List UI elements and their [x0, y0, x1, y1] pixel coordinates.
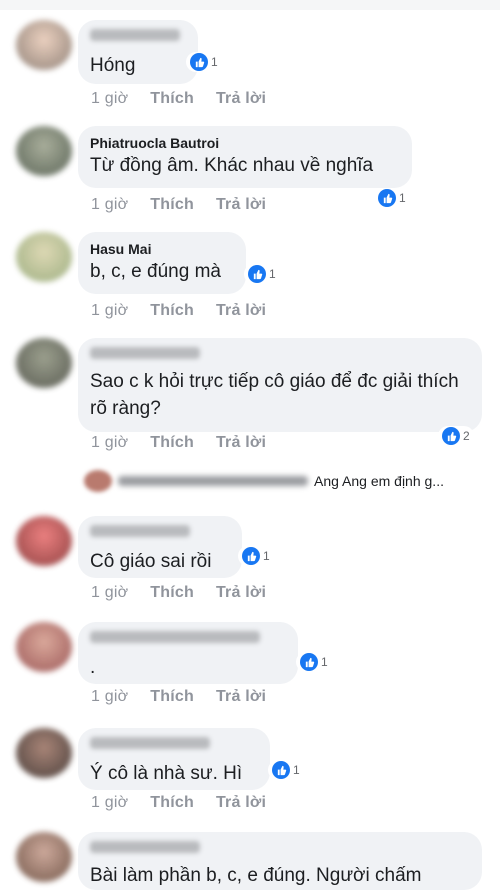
- reply-button[interactable]: Trả lời: [216, 794, 266, 812]
- thumbs-up-icon: [442, 427, 460, 445]
- reply-button[interactable]: Trả lời: [216, 302, 266, 320]
- comment-author[interactable]: [90, 737, 210, 749]
- comment-bubble: Ý cô là nhà sư. Hì: [78, 728, 270, 790]
- like-button[interactable]: Thích: [150, 688, 194, 706]
- comment-author[interactable]: [90, 841, 200, 853]
- comment-actions: 1 giờ Thích Trả lời: [91, 302, 266, 320]
- like-count-badge[interactable]: 1: [238, 546, 274, 566]
- comment-text: Ý cô là nhà sư. Hì: [90, 763, 243, 784]
- like-count-badge[interactable]: 1: [186, 52, 222, 72]
- like-count: 2: [463, 429, 470, 443]
- top-divider: [0, 0, 500, 10]
- like-count-badge[interactable]: 1: [244, 264, 280, 284]
- like-button[interactable]: Thích: [150, 794, 194, 812]
- reply-avatar: [84, 470, 112, 492]
- reply-preview[interactable]: Ang Ang em định g...: [84, 468, 500, 494]
- reply-author: [118, 476, 308, 486]
- like-button[interactable]: Thích: [150, 584, 194, 602]
- comment-actions: 1 giờ Thích Trả lời: [91, 90, 266, 108]
- comment-text: .: [90, 657, 96, 678]
- comment-bubble: Hóng: [78, 20, 198, 84]
- comment-bubble: Bài làm phần b, c, e đúng. Người chấm: [78, 832, 482, 890]
- avatar[interactable]: [16, 20, 72, 70]
- comment-time[interactable]: 1 giờ: [91, 794, 128, 812]
- comment-text: Cô giáo sai rồi: [90, 551, 212, 572]
- avatar[interactable]: [16, 516, 72, 566]
- reply-button[interactable]: Trả lời: [216, 434, 266, 452]
- comment-bubble: Phiatruocla Bautroi Từ đồng âm. Khác nha…: [78, 126, 412, 188]
- avatar[interactable]: [16, 832, 72, 882]
- comment-actions: 1 giờ Thích Trả lời: [91, 584, 266, 602]
- reply-preview-text: Ang Ang em định g...: [314, 473, 444, 489]
- avatar[interactable]: [16, 728, 72, 778]
- like-button[interactable]: Thích: [150, 196, 194, 214]
- comment-author[interactable]: [90, 631, 260, 643]
- comment-time[interactable]: 1 giờ: [91, 434, 128, 452]
- comment-actions: 1 giờ Thích Trả lời: [91, 688, 266, 706]
- like-button[interactable]: Thích: [150, 90, 194, 108]
- comment-author[interactable]: [90, 29, 180, 41]
- like-count: 1: [293, 763, 300, 777]
- like-button[interactable]: Thích: [150, 302, 194, 320]
- like-count: 1: [269, 267, 276, 281]
- comment-bubble: Cô giáo sai rồi: [78, 516, 242, 578]
- comment-time[interactable]: 1 giờ: [91, 196, 128, 214]
- like-count: 1: [211, 55, 218, 69]
- like-count-badge[interactable]: 1: [296, 652, 332, 672]
- comment-time[interactable]: 1 giờ: [91, 90, 128, 108]
- comment-author[interactable]: Phiatruocla Bautroi: [90, 134, 400, 152]
- like-button[interactable]: Thích: [150, 434, 194, 452]
- comment-time[interactable]: 1 giờ: [91, 688, 128, 706]
- thumbs-up-icon: [190, 53, 208, 71]
- comment-time[interactable]: 1 giờ: [91, 302, 128, 320]
- like-count: 1: [399, 191, 406, 205]
- comment-bubble: Hasu Mai b, c, e đúng mà: [78, 232, 246, 294]
- comment-text: Từ đồng âm. Khác nhau về nghĩa: [90, 155, 374, 176]
- reply-button[interactable]: Trả lời: [216, 196, 266, 214]
- avatar[interactable]: [16, 232, 72, 282]
- avatar[interactable]: [16, 622, 72, 672]
- like-count-badge[interactable]: 1: [374, 188, 410, 208]
- reply-button[interactable]: Trả lời: [216, 584, 266, 602]
- comment-bubble: .: [78, 622, 298, 684]
- avatar[interactable]: [16, 338, 72, 388]
- comment-bubble: Sao c k hỏi trực tiếp cô giáo để đc giải…: [78, 338, 482, 432]
- thumbs-up-icon: [242, 547, 260, 565]
- thumbs-up-icon: [378, 189, 396, 207]
- thumbs-up-icon: [300, 653, 318, 671]
- like-count: 1: [263, 549, 270, 563]
- comment-text: b, c, e đúng mà: [90, 261, 221, 282]
- comment-time[interactable]: 1 giờ: [91, 584, 128, 602]
- comment-author[interactable]: Hasu Mai: [90, 240, 234, 258]
- comment-actions: 1 giờ Thích Trả lời: [91, 434, 266, 452]
- like-count-badge[interactable]: 1: [268, 760, 304, 780]
- comment-author[interactable]: [90, 525, 190, 537]
- avatar[interactable]: [16, 126, 72, 176]
- comment-text: Hóng: [90, 55, 136, 76]
- reply-button[interactable]: Trả lời: [216, 90, 266, 108]
- comment-text: Sao c k hỏi trực tiếp cô giáo để đc giải…: [90, 371, 459, 419]
- thumbs-up-icon: [248, 265, 266, 283]
- reply-button[interactable]: Trả lời: [216, 688, 266, 706]
- thumbs-up-icon: [272, 761, 290, 779]
- comment-text: Bài làm phần b, c, e đúng. Người chấm: [90, 865, 422, 886]
- comment-actions: 1 giờ Thích Trả lời: [91, 196, 266, 214]
- comment-author[interactable]: [90, 347, 200, 359]
- like-count: 1: [321, 655, 328, 669]
- comment-actions: 1 giờ Thích Trả lời: [91, 794, 266, 812]
- like-count-badge[interactable]: 2: [438, 426, 474, 446]
